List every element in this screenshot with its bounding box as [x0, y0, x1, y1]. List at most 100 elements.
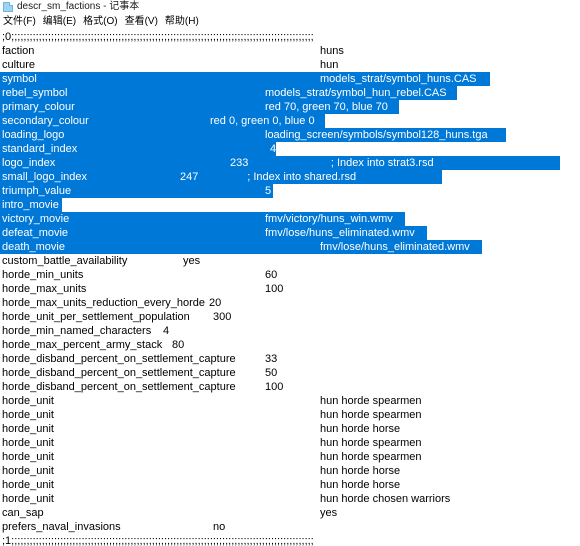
- config-value: models_strat/symbol_huns.CAS: [320, 73, 477, 85]
- config-key: small_logo_index: [2, 171, 87, 183]
- config-key: triumph_value: [2, 185, 72, 197]
- config-value: 60: [265, 269, 278, 281]
- config-key: horde_unit: [2, 423, 54, 435]
- config-key: horde_max_units: [2, 283, 87, 295]
- config-key: horde_unit: [2, 493, 54, 505]
- config-key: horde_unit: [2, 437, 54, 449]
- editor-line[interactable]: ;0;;;;;;;;;;;;;;;;;;;;;;;;;;;;;;;;;;;;;;…: [0, 30, 580, 44]
- config-value: 80: [172, 339, 185, 351]
- editor-line[interactable]: horde_unit hun horde spearmen: [0, 408, 580, 422]
- editor-line[interactable]: triumph_value 5: [0, 184, 580, 198]
- config-value: hun horde spearmen: [320, 395, 422, 407]
- editor-line[interactable]: loading_logo loading_screen/symbols/symbo…: [0, 128, 580, 142]
- menu-item-help[interactable]: 帮助(H): [165, 15, 199, 28]
- config-value: hun horde horse: [320, 479, 401, 491]
- config-key: loading_logo: [2, 129, 65, 141]
- config-key: horde_disband_percent_on_settlement_capt…: [2, 367, 236, 379]
- config-value: hun horde horse: [320, 423, 401, 435]
- editor-line[interactable]: horde_max_units_reduction_every_horde 20: [0, 296, 580, 310]
- menu-item-format[interactable]: 格式(O): [83, 15, 117, 28]
- config-value: fmv/victory/huns_win.wmv: [265, 213, 393, 225]
- config-key: horde_unit: [2, 465, 54, 477]
- editor-line[interactable]: horde_unit hun horde horse: [0, 422, 580, 436]
- config-value: 100: [265, 283, 284, 295]
- editor-line[interactable]: custom_battle_availability yes: [0, 254, 580, 268]
- editor-line[interactable]: small_logo_index 247 ; Index into shared.…: [0, 170, 580, 184]
- config-value: 5: [265, 185, 272, 197]
- config-value: 247 ; Index into shared.rsd: [180, 171, 357, 183]
- editor-line[interactable]: standard_index 4: [0, 142, 580, 156]
- window-titlebar: descr_sm_factions - 记事本: [0, 0, 580, 14]
- editor-line[interactable]: horde_unit hun horde spearmen: [0, 450, 580, 464]
- editor-line[interactable]: prefers_naval_invasions no: [0, 520, 580, 534]
- editor-line[interactable]: primary_colour red 70, green 70, blue 70: [0, 100, 580, 114]
- editor-line[interactable]: horde_unit hun horde horse: [0, 464, 580, 478]
- config-value: yes: [320, 507, 338, 519]
- editor-line[interactable]: horde_unit hun horde spearmen: [0, 436, 580, 450]
- editor-line[interactable]: logo_index 233 ; Index into strat3.rsd: [0, 156, 580, 170]
- config-value: fmv/lose/huns_eliminated.wmv: [265, 227, 415, 239]
- menu-item-view[interactable]: 查看(V): [125, 15, 158, 28]
- config-key: prefers_naval_invasions: [2, 521, 121, 533]
- config-key: symbol: [2, 73, 37, 85]
- editor-line[interactable]: horde_disband_percent_on_settlement_capt…: [0, 352, 580, 366]
- editor-line[interactable]: intro_movie: [0, 198, 580, 212]
- config-value: 50: [265, 367, 278, 379]
- config-key: horde_max_percent_army_stack: [2, 339, 163, 351]
- config-value: 33: [265, 353, 278, 365]
- config-value: models_strat/symbol_hun_rebel.CAS: [265, 87, 447, 99]
- config-key: horde_disband_percent_on_settlement_capt…: [2, 381, 236, 393]
- config-key: death_movie: [2, 241, 65, 253]
- editor-line[interactable]: victory_movie fmv/victory/huns_win.wmv: [0, 212, 580, 226]
- editor-line[interactable]: horde_disband_percent_on_settlement_capt…: [0, 380, 580, 394]
- config-value: yes: [183, 255, 201, 267]
- editor-line[interactable]: horde_min_units 60: [0, 268, 580, 282]
- editor-line[interactable]: rebel_symbol models_strat/symbol_hun_rebe…: [0, 86, 580, 100]
- editor-line[interactable]: horde_unit hun horde chosen warriors: [0, 492, 580, 506]
- editor-line[interactable]: horde_max_percent_army_stack 80: [0, 338, 580, 352]
- text-editor-area[interactable]: ;0;;;;;;;;;;;;;;;;;;;;;;;;;;;;;;;;;;;;;;…: [0, 29, 580, 546]
- config-value: red 0, green 0, blue 0: [210, 115, 315, 127]
- config-value: 300: [213, 311, 232, 323]
- editor-line[interactable]: culture hun: [0, 58, 580, 72]
- config-value: hun horde chosen warriors: [320, 493, 451, 505]
- editor-line[interactable]: ;1;;;;;;;;;;;;;;;;;;;;;;;;;;;;;;;;;;;;;;…: [0, 534, 580, 546]
- menu-item-edit[interactable]: 编辑(E): [43, 15, 76, 28]
- window-title: descr_sm_factions - 记事本: [17, 1, 140, 12]
- config-value: 233 ; Index into strat3.rsd: [230, 157, 434, 169]
- editor-line[interactable]: death_movie fmv/lose/huns_eliminated.wmv: [0, 240, 580, 254]
- config-value: 100: [265, 381, 284, 393]
- menu-item-file[interactable]: 文件(F): [3, 15, 36, 28]
- config-key: faction: [2, 45, 35, 57]
- editor-line[interactable]: secondary_colour red 0, green 0, blue 0: [0, 114, 580, 128]
- config-key: standard_index: [2, 143, 78, 155]
- editor-line[interactable]: horde_unit hun horde spearmen: [0, 394, 580, 408]
- editor-line[interactable]: horde_unit hun horde horse: [0, 478, 580, 492]
- editor-line[interactable]: defeat_movie fmv/lose/huns_eliminated.wmv: [0, 226, 580, 240]
- editor-line[interactable]: horde_min_named_characters 4: [0, 324, 580, 338]
- config-key: culture: [2, 59, 36, 71]
- config-key: horde_disband_percent_on_settlement_capt…: [2, 353, 236, 365]
- config-key: primary_colour: [2, 101, 75, 113]
- config-key: rebel_symbol: [2, 87, 68, 99]
- config-value: 20: [209, 297, 222, 309]
- config-key: horde_unit: [2, 409, 54, 421]
- editor-line[interactable]: faction huns: [0, 44, 580, 58]
- config-key: can_sap: [2, 507, 44, 519]
- config-value: hun horde spearmen: [320, 437, 422, 449]
- editor-line[interactable]: symbol models_strat/symbol_huns.CAS: [0, 72, 580, 86]
- config-value: no: [213, 521, 226, 533]
- config-value: hun horde horse: [320, 465, 401, 477]
- editor-line[interactable]: can_sap yes: [0, 506, 580, 520]
- config-value: huns: [320, 45, 344, 57]
- config-key: horde_unit: [2, 451, 54, 463]
- editor-line[interactable]: horde_disband_percent_on_settlement_capt…: [0, 366, 580, 380]
- comment-text: ;0;;;;;;;;;;;;;;;;;;;;;;;;;;;;;;;;;;;;;;…: [2, 31, 314, 43]
- config-key: horde_unit: [2, 395, 54, 407]
- config-key: victory_movie: [2, 213, 70, 225]
- config-key: intro_movie: [2, 199, 59, 211]
- config-value: loading_screen/symbols/symbol128_huns.tg…: [265, 129, 488, 141]
- editor-line[interactable]: horde_max_units 100: [0, 282, 580, 296]
- editor-line[interactable]: horde_unit_per_settlement_population 300: [0, 310, 580, 324]
- config-value: hun horde spearmen: [320, 409, 422, 421]
